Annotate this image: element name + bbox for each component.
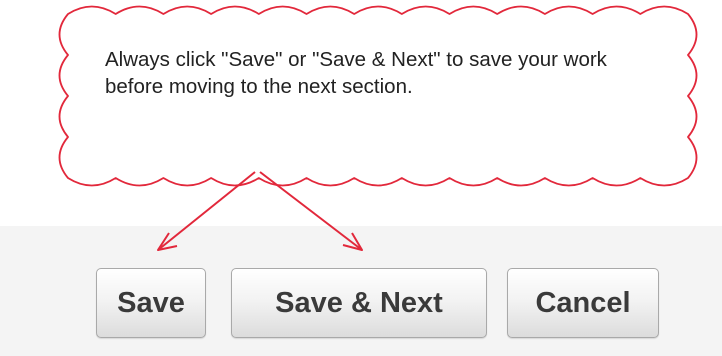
cancel-button[interactable]: Cancel	[507, 268, 659, 338]
arrow-to-save-next-line	[259, 171, 363, 251]
tutorial-canvas: Always click "Save" or "Save & Next" to …	[0, 0, 722, 356]
callout-text: Always click "Save" or "Save & Next" to …	[105, 48, 607, 98]
save-and-next-button[interactable]: Save & Next	[231, 268, 487, 338]
arrow-to-save-line	[157, 171, 256, 251]
save-button[interactable]: Save	[96, 268, 206, 338]
